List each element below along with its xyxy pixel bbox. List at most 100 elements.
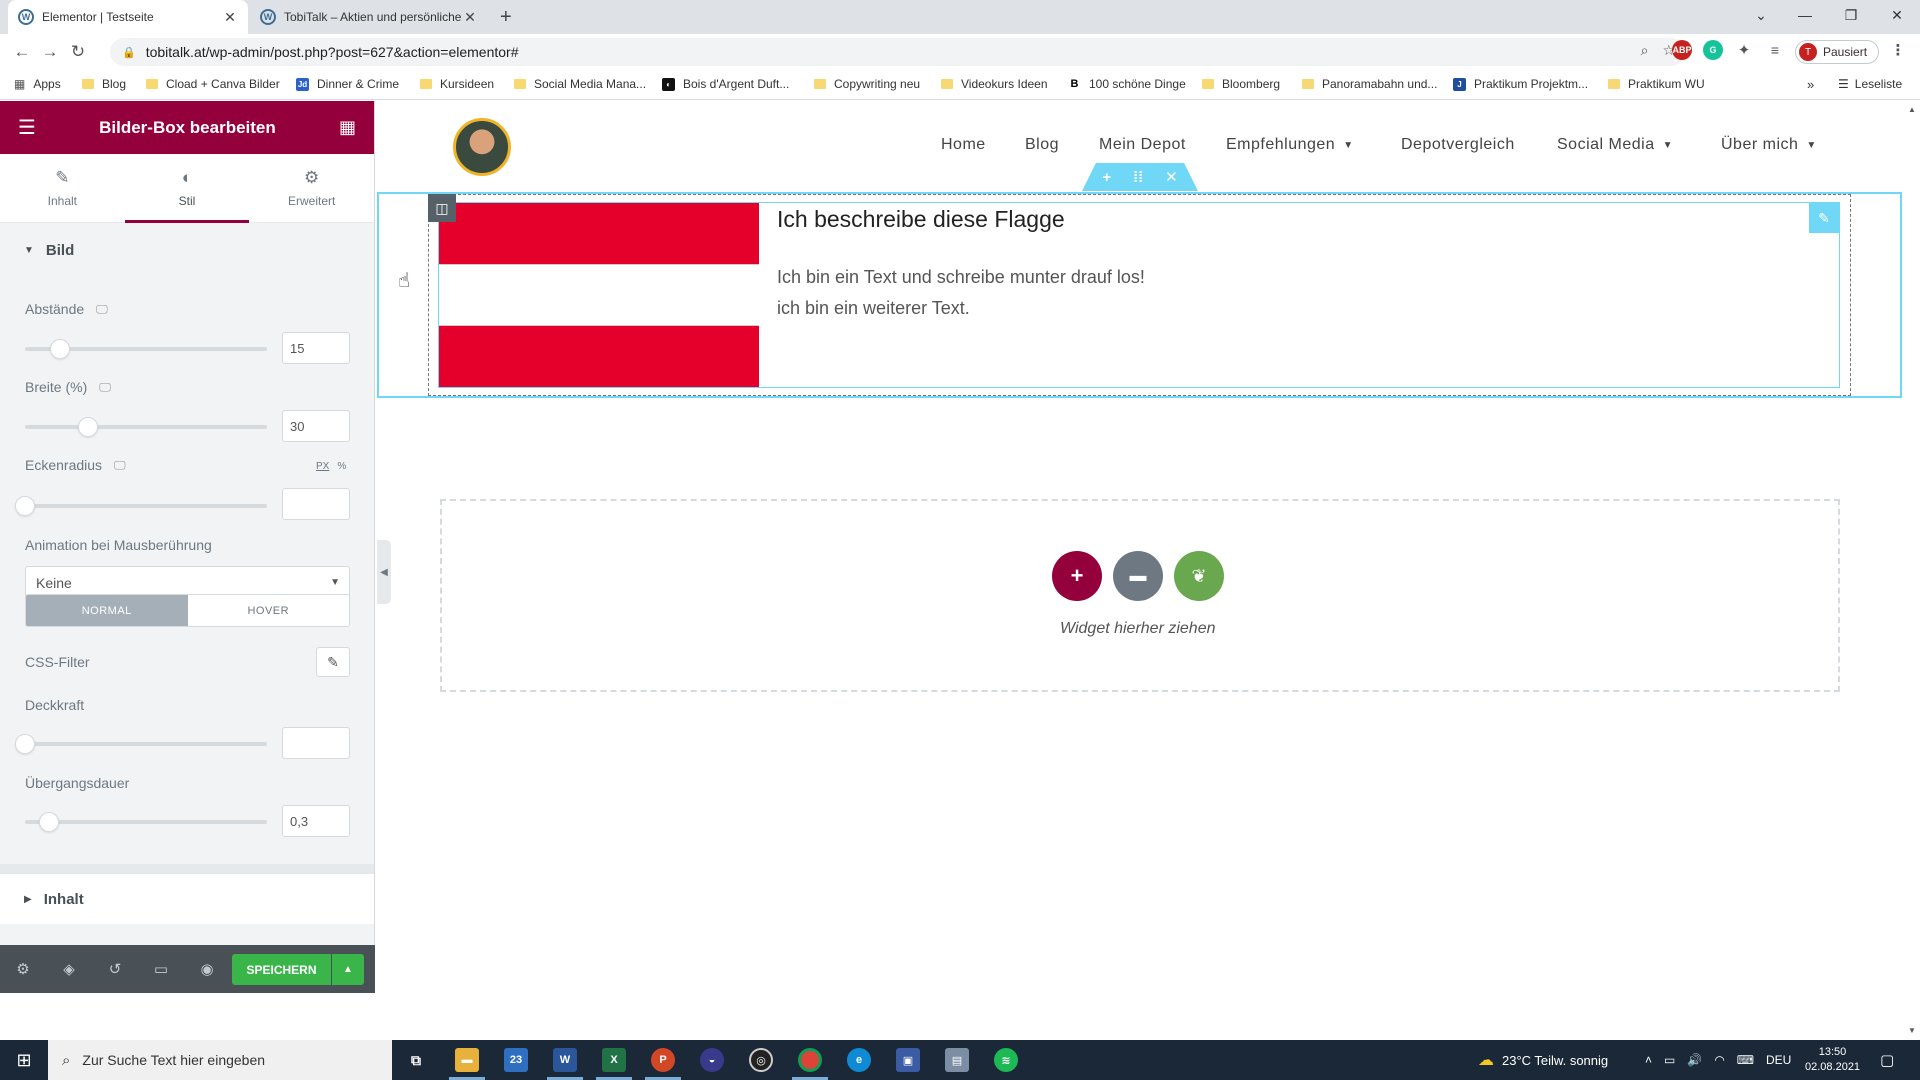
bookmark-item[interactable]: Jd Dinner & Crime — [296, 77, 399, 91]
uebergangsdauer-slider[interactable] — [25, 812, 267, 832]
edit-widget-pencil-icon[interactable]: ✎ — [1809, 203, 1839, 233]
panel-collapse-toggle[interactable]: ◀ — [377, 540, 391, 604]
notepad-icon[interactable]: ▤ — [945, 1048, 969, 1072]
save-button[interactable]: SPEICHERN — [232, 954, 331, 985]
bookmark-item[interactable]: Bloomberg — [1202, 77, 1280, 91]
nav-ueber-mich[interactable]: Über mich ▼ — [1721, 136, 1817, 154]
envato-kit-button[interactable]: ❦ — [1174, 551, 1224, 601]
tab-elementor[interactable]: W Elementor | Testseite ✕ — [8, 0, 248, 34]
language-indicator[interactable]: DEU — [1766, 1040, 1791, 1080]
state-hover-tab[interactable]: HOVER — [187, 595, 349, 626]
forward-icon[interactable]: → — [36, 42, 64, 62]
chevron-up-icon[interactable]: ˄ — [1645, 1053, 1652, 1067]
extensions-puzzle-icon[interactable]: ✦ — [1734, 40, 1754, 60]
hamburger-menu-icon[interactable]: ☰ — [18, 115, 36, 140]
chrome-icon[interactable] — [798, 1048, 822, 1072]
preview-eye-icon[interactable]: ◉ — [184, 960, 230, 978]
task-view-icon[interactable]: ⧉ — [404, 1048, 428, 1072]
state-normal-tab[interactable]: NORMAL — [26, 595, 188, 626]
tab-inhalt[interactable]: ✎ Inhalt — [0, 154, 125, 222]
new-tab-button[interactable]: + — [500, 6, 512, 29]
bookmark-item[interactable]: Social Media Mana... — [514, 77, 646, 91]
meet-now-icon[interactable]: ▭ — [1664, 1053, 1675, 1067]
taskbar-search-input[interactable]: ⌕ Zur Suche Text hier eingeben — [48, 1040, 392, 1080]
clock[interactable]: 13:50 02.08.2021 — [1805, 1045, 1860, 1075]
chrome-menu-icon[interactable]: ⋮ — [1888, 40, 1908, 60]
bookmark-item[interactable]: J Praktikum Projektm... — [1453, 77, 1588, 91]
excel-icon[interactable]: X — [602, 1048, 626, 1072]
profile-button[interactable]: T Pausiert — [1795, 40, 1879, 64]
back-icon[interactable]: ← — [8, 42, 36, 62]
reload-icon[interactable]: ↻ — [64, 42, 92, 62]
navigator-layers-icon[interactable]: ◈ — [46, 960, 92, 978]
file-explorer-icon[interactable]: ▬ — [455, 1048, 479, 1072]
restore-button[interactable]: ❐ — [1828, 0, 1874, 30]
bookmark-item[interactable]: ◐ Bois d'Argent Duft... — [662, 77, 789, 91]
bookmark-item[interactable]: Blog — [82, 77, 126, 91]
slider-handle[interactable] — [15, 734, 35, 754]
delete-section-icon[interactable]: ✕ — [1165, 168, 1178, 186]
scroll-down-icon[interactable]: ▼ — [1908, 1026, 1916, 1035]
nav-home[interactable]: Home — [941, 136, 986, 154]
bookmark-item[interactable]: Videokurs Ideen — [941, 77, 1048, 91]
eckenradius-slider[interactable] — [15, 496, 267, 516]
add-section-button[interactable]: + — [1052, 551, 1102, 601]
page-scrollbar[interactable]: ▲ ▼ — [1904, 101, 1920, 1039]
responsive-mode-icon[interactable]: ▭ — [138, 960, 184, 978]
word-icon[interactable]: W — [553, 1048, 577, 1072]
more-bookmarks-icon[interactable]: » — [1807, 77, 1814, 92]
unit-switcher[interactable]: PX% — [316, 461, 346, 472]
section-inhalt-toggle[interactable]: ▶ Inhalt — [0, 874, 374, 924]
adblock-extension-icon[interactable]: ABP — [1672, 40, 1692, 60]
abstaende-input[interactable]: 15 — [282, 332, 350, 364]
slider-handle[interactable] — [50, 339, 70, 359]
section-bild-toggle[interactable]: ▼ Bild — [0, 225, 374, 275]
slider-handle[interactable] — [15, 496, 35, 516]
app-icon[interactable]: ▣ — [896, 1048, 920, 1072]
zoom-icon[interactable]: ⌕ — [1641, 42, 1649, 59]
spotify-icon[interactable]: ≋ — [994, 1048, 1018, 1072]
bookmark-item[interactable]: Copywriting neu — [814, 77, 920, 91]
nav-depotvergleich[interactable]: Depotvergleich — [1401, 136, 1515, 154]
nav-blog[interactable]: Blog — [1025, 136, 1059, 154]
bookmark-item[interactable]: B 100 schöne Dinge — [1068, 77, 1186, 91]
austria-flag-image[interactable] — [439, 203, 759, 388]
column-handle-icon[interactable]: ◫ — [428, 194, 456, 222]
settings-icon[interactable]: ⚙ — [0, 960, 46, 978]
windows-start-icon[interactable]: ⊞ — [0, 1050, 48, 1071]
bookmark-item[interactable]: Cload + Canva Bilder — [146, 77, 280, 91]
breite-input[interactable]: 30 — [282, 410, 350, 442]
slider-handle[interactable] — [78, 417, 98, 437]
save-options-button[interactable]: ▲ — [332, 954, 364, 985]
eckenradius-input[interactable] — [282, 488, 350, 520]
browser-app-icon[interactable]: ◒ — [700, 1048, 724, 1072]
bookmark-item[interactable]: Panoramabahn und... — [1302, 77, 1437, 91]
close-tab-icon[interactable]: ✕ — [222, 9, 238, 26]
nav-empfehlungen[interactable]: Empfehlungen ▼ — [1226, 136, 1354, 154]
scroll-up-icon[interactable]: ▲ — [1908, 105, 1916, 114]
template-library-button[interactable]: ▬ — [1113, 551, 1163, 601]
reading-list-button[interactable]: ☰ Leseliste — [1838, 77, 1902, 91]
uebergangsdauer-input[interactable]: 0,3 — [282, 805, 350, 837]
tab-erweitert[interactable]: ⚙ Erweitert — [249, 154, 374, 222]
css-filter-edit-button[interactable]: ✎ — [316, 647, 350, 677]
close-window-button[interactable]: ✕ — [1874, 0, 1920, 30]
tab-stil[interactable]: ◐ Stil — [124, 154, 250, 223]
powerpoint-icon[interactable]: P — [651, 1048, 675, 1072]
slider-handle[interactable] — [39, 812, 59, 832]
bookmark-item[interactable]: Kursideen — [420, 77, 494, 91]
drag-handle-icon[interactable]: ⁞⁞ — [1133, 169, 1143, 186]
bookmark-item[interactable]: Praktikum WU — [1608, 77, 1705, 91]
site-logo[interactable] — [453, 118, 511, 176]
edge-icon[interactable]: e — [847, 1048, 871, 1072]
nav-social-media[interactable]: Social Media ▼ — [1557, 136, 1673, 154]
widgets-grid-icon[interactable]: ▦ — [339, 117, 356, 138]
tab-tobitalk[interactable]: W TobiTalk – Aktien und persönliche ✕ — [250, 0, 488, 34]
tab-search-icon[interactable]: ⌄ — [1738, 0, 1784, 30]
breite-slider[interactable] — [25, 417, 267, 437]
volume-icon[interactable]: 🔊 — [1687, 1053, 1702, 1067]
deckkraft-slider[interactable] — [15, 734, 267, 754]
wifi-icon[interactable]: ◠ — [1714, 1053, 1724, 1067]
bookmark-apps[interactable]: ▦ Apps — [14, 77, 61, 91]
grammarly-extension-icon[interactable]: G — [1703, 40, 1723, 60]
